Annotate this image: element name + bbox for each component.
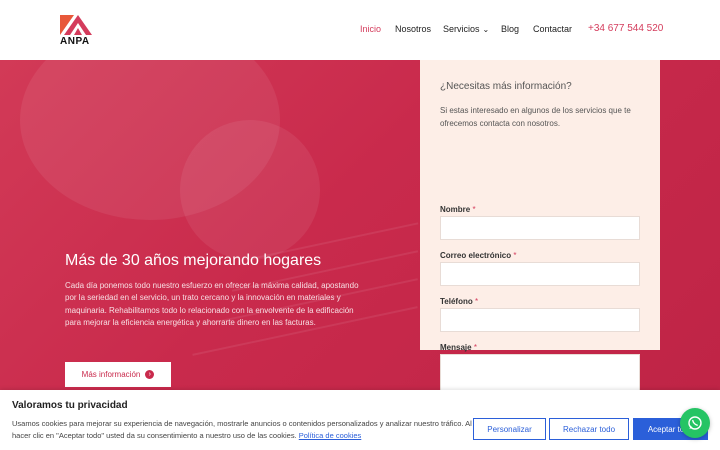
cookie-title: Valoramos tu privacidad: [12, 400, 128, 411]
nav-servicios[interactable]: Servicios ⌄: [443, 24, 489, 34]
required-mark: *: [474, 297, 479, 306]
cookie-text: Usamos cookies para mejorar su experienc…: [12, 418, 472, 442]
nav-blog[interactable]: Blog: [501, 24, 519, 34]
phone-link[interactable]: +34 677 544 520: [588, 23, 663, 34]
nav-contactar[interactable]: Contactar: [533, 24, 572, 34]
site-header: ANPA Inicio Nosotros Servicios ⌄ Blog Con…: [0, 0, 720, 60]
message-label-text: Mensaje: [440, 343, 472, 352]
required-mark: *: [472, 205, 476, 214]
cookie-body: Usamos cookies para mejorar su experienc…: [12, 419, 472, 440]
hero-description: Cada día ponemos todo nuestro esfuerzo e…: [65, 281, 359, 327]
message-label: Mensaje *: [440, 343, 477, 352]
cookie-policy-link[interactable]: Política de cookies: [299, 431, 362, 440]
hero-bg-shape: [180, 120, 320, 260]
name-label-text: Nombre: [440, 205, 471, 214]
nav-inicio[interactable]: Inicio: [360, 24, 381, 34]
whatsapp-icon: [688, 416, 702, 430]
nav-nosotros[interactable]: Nosotros: [395, 24, 431, 34]
nav-servicios-label: Servicios: [443, 24, 480, 34]
logo[interactable]: ANPA: [60, 15, 96, 47]
form-intro: Si estas interesado en algunos de los se…: [440, 106, 631, 128]
chevron-down-icon: ⌄: [482, 25, 490, 34]
customize-button[interactable]: Personalizar: [473, 418, 546, 440]
name-field[interactable]: [440, 216, 640, 240]
logo-mark-icon: [60, 15, 92, 35]
email-label: Correo electrónico *: [440, 251, 517, 260]
more-info-button[interactable]: Más información ›: [65, 362, 171, 387]
whatsapp-button[interactable]: [680, 408, 710, 438]
email-field[interactable]: [440, 262, 640, 286]
email-label-text: Correo electrónico: [440, 251, 512, 260]
phone-label-text: Teléfono: [440, 297, 473, 306]
reject-all-button[interactable]: Rechazar todo: [549, 418, 629, 440]
logo-text: ANPA: [60, 36, 90, 47]
required-mark: *: [473, 343, 477, 352]
phone-field[interactable]: [440, 308, 640, 332]
arrow-right-circle-icon: ›: [145, 370, 155, 379]
form-title: ¿Necesitas más información?: [440, 81, 572, 92]
more-info-label: Más información: [81, 370, 141, 379]
phone-label: Teléfono *: [440, 297, 478, 306]
name-label: Nombre *: [440, 205, 476, 214]
cookie-banner: Valoramos tu privacidad Usamos cookies p…: [0, 390, 720, 450]
required-mark: *: [513, 251, 517, 260]
contact-form-card: ¿Necesitas más información? Si estas int…: [420, 60, 660, 404]
hero-title: Más de 30 años mejorando hogares: [65, 252, 322, 269]
